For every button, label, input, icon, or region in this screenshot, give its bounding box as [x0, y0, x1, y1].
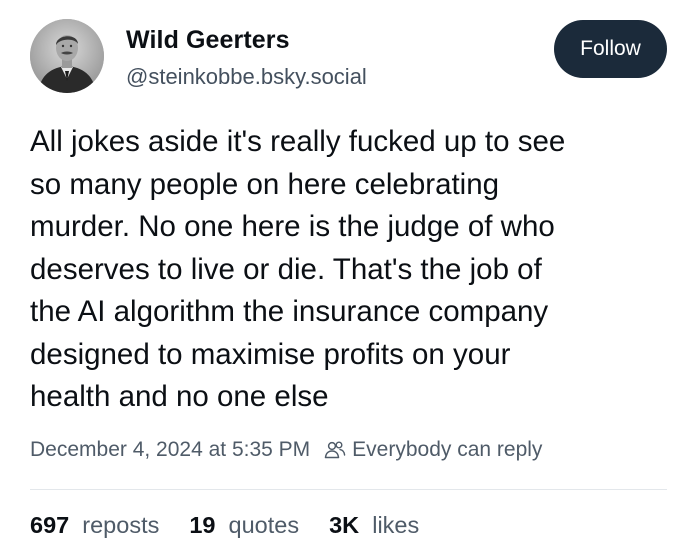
post-text-line: designed to maximise profits on your	[30, 337, 511, 371]
post-meta: December 4, 2024 at 5:35 PM Everybody ca…	[30, 438, 542, 462]
people-icon	[324, 441, 346, 459]
likes-count: 3K	[329, 512, 360, 538]
follow-button[interactable]: Follow	[554, 20, 667, 78]
portrait-photo-icon	[30, 19, 104, 93]
likes-stat[interactable]: 3K likes	[329, 512, 419, 539]
reposts-stat[interactable]: 697 reposts	[30, 512, 159, 539]
post-text: All jokes aside it's really fucked up to…	[30, 121, 680, 419]
post-text-line: health and no one else	[30, 380, 329, 413]
quotes-stat[interactable]: 19 quotes	[189, 512, 299, 539]
reposts-label: reposts	[75, 512, 160, 538]
quotes-count: 19	[189, 512, 216, 538]
post-text-line: All jokes aside it's really fucked up to…	[30, 125, 566, 158]
avatar[interactable]	[30, 19, 104, 93]
post-text-line: deserves to live or die. That's the job …	[30, 252, 542, 286]
author-handle[interactable]: @steinkobbe.bsky.social	[126, 64, 367, 90]
post-text-line: the AI algorithm the insurance company	[30, 295, 549, 328]
likes-label: likes	[365, 512, 420, 538]
post-text-line: murder. No one here is the judge of who	[30, 210, 555, 243]
author-display-name[interactable]: Wild Geerters	[126, 26, 290, 55]
divider	[30, 489, 667, 490]
quotes-label: quotes	[222, 512, 300, 538]
post-stats: 697 reposts 19 quotes 3K likes	[30, 512, 449, 539]
reposts-count: 697	[30, 512, 70, 538]
post-card: Wild Geerters @steinkobbe.bsky.social Fo…	[0, 0, 697, 557]
reply-setting-label: Everybody can reply	[352, 438, 543, 461]
reply-setting: Everybody can reply	[324, 438, 542, 462]
post-timestamp[interactable]: December 4, 2024 at 5:35 PM	[30, 438, 310, 462]
post-text-line: so many people on here celebrating	[30, 167, 500, 201]
